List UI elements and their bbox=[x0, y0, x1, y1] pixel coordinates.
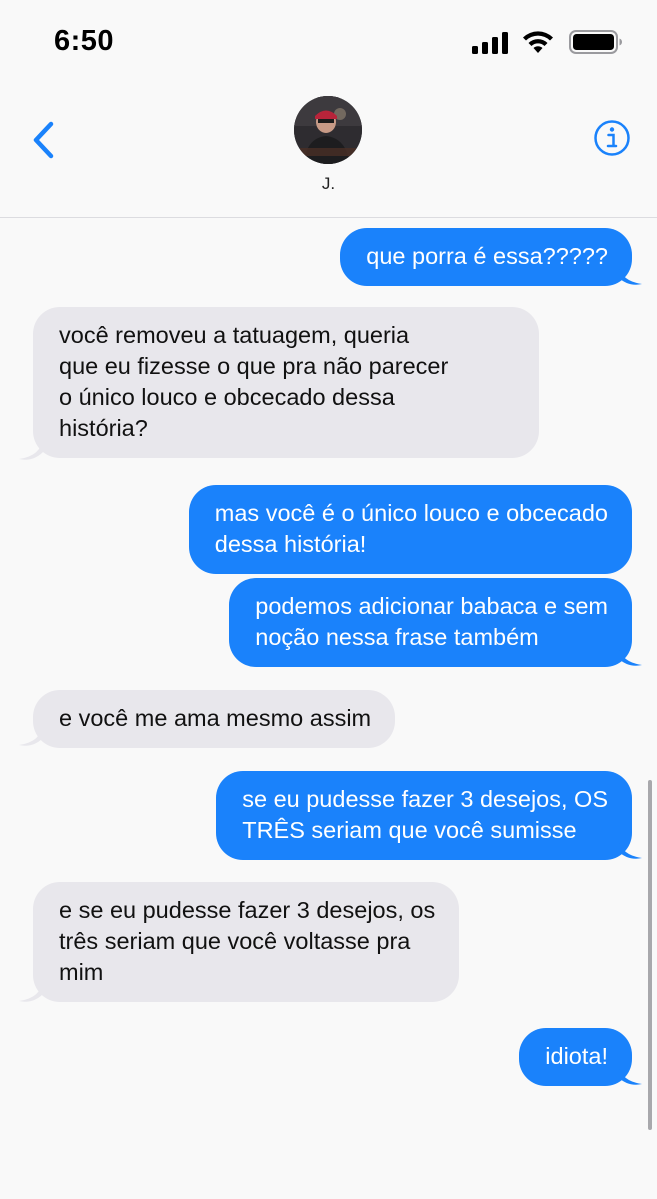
sent-message-bubble[interactable]: podemos adicionar babaca e sem noção nes… bbox=[229, 578, 632, 667]
contact-photo bbox=[294, 96, 362, 164]
received-bubble-tail bbox=[19, 980, 43, 1002]
sent-bubble-tail bbox=[618, 263, 642, 285]
received-message-bubble[interactable]: e você me ama mesmo assim bbox=[33, 690, 396, 748]
battery-icon bbox=[569, 30, 622, 54]
sent-bubble-tail bbox=[618, 1063, 642, 1085]
avatar[interactable] bbox=[294, 96, 362, 164]
sent-bubble-tail bbox=[618, 837, 642, 859]
received-bubble-tail bbox=[19, 724, 43, 746]
sent-message-bubble[interactable]: mas você é o único louco e obcecado dess… bbox=[188, 485, 632, 574]
status-time: 6:50 bbox=[54, 25, 115, 57]
sent-bubble-tail bbox=[618, 644, 642, 666]
info-button[interactable] bbox=[593, 119, 631, 157]
received-message-bubble[interactable]: e se eu pudesse fazer 3 desejos, os três… bbox=[33, 882, 460, 1002]
contact-name[interactable]: J. bbox=[0, 174, 657, 194]
sent-message-bubble[interactable]: se eu pudesse fazer 3 desejos, OS TRÊS s… bbox=[216, 771, 632, 860]
back-button[interactable] bbox=[24, 116, 64, 164]
info-icon bbox=[594, 120, 630, 156]
wifi-icon bbox=[523, 31, 553, 53]
conversation-header: J. bbox=[0, 84, 657, 218]
scrollbar[interactable] bbox=[648, 780, 652, 1130]
status-bar: 6:50 bbox=[0, 0, 657, 84]
sent-message-bubble[interactable]: idiota! bbox=[519, 1028, 632, 1086]
received-message-bubble[interactable]: você removeu a tatuagem, queria que eu f… bbox=[33, 307, 539, 458]
cellular-signal-icon bbox=[472, 32, 508, 54]
chevron-left-icon bbox=[33, 121, 54, 159]
sent-message-bubble[interactable]: que porra é essa????? bbox=[340, 228, 632, 286]
received-bubble-tail bbox=[19, 438, 43, 460]
